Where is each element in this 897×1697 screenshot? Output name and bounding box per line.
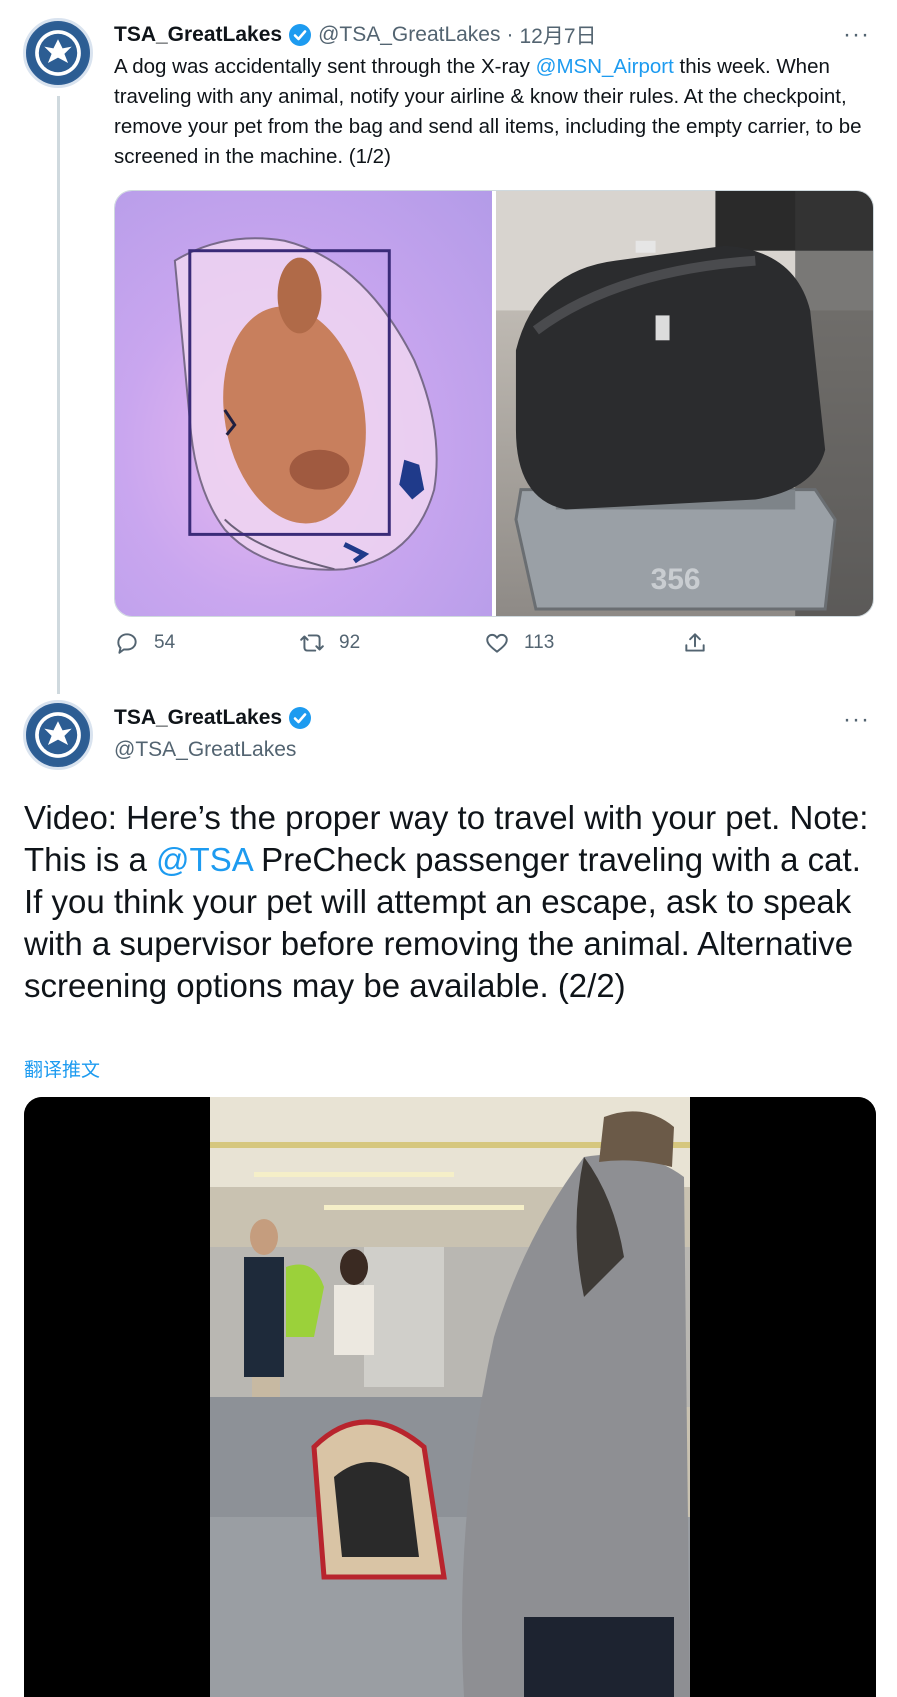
avatar[interactable] (23, 18, 93, 88)
backpack-photo[interactable]: 356 (496, 191, 873, 616)
separator: · (506, 23, 514, 46)
retweet-icon (299, 630, 325, 656)
tweet-text: Video: Here’s the proper way to travel w… (24, 797, 874, 1007)
tsa-seal-icon (27, 22, 89, 84)
verified-badge-icon (288, 23, 312, 47)
tsa-seal-icon (27, 704, 89, 766)
retweet-count: 92 (339, 632, 361, 653)
xray-image[interactable] (115, 191, 492, 616)
tweet-text-part: A dog was accidentally sent through the … (114, 55, 536, 78)
handle[interactable]: @TSA_GreatLakes (114, 738, 296, 762)
handle[interactable]: @TSA_GreatLakes (318, 23, 500, 47)
retweet-button[interactable]: 92 (299, 630, 360, 656)
video-frame (24, 1097, 876, 1697)
display-name[interactable]: TSA_GreatLakes (114, 706, 282, 730)
heart-icon (484, 630, 510, 656)
tray-number: 356 (651, 563, 701, 596)
reply-button[interactable]: 54 (114, 630, 175, 656)
reply-count: 54 (154, 632, 176, 653)
tweet-video[interactable] (24, 1097, 876, 1697)
timestamp[interactable]: 12月7日 (520, 20, 597, 50)
like-count: 113 (524, 632, 555, 653)
verified-badge-icon (288, 706, 312, 730)
more-options-button[interactable]: ··· (843, 23, 870, 47)
avatar[interactable] (23, 700, 93, 770)
tweet-actions: 54 92 113 (114, 630, 874, 670)
translate-tweet-link[interactable]: 翻译推文 (24, 1055, 100, 1082)
mention-link[interactable]: @TSA (156, 841, 252, 878)
share-button[interactable] (682, 630, 708, 656)
reply-icon (114, 630, 140, 656)
tweet-media-grid: 356 (114, 190, 874, 617)
more-options-button[interactable]: ··· (843, 708, 870, 732)
share-icon (682, 630, 708, 656)
like-button[interactable]: 113 (484, 630, 554, 656)
mention-link[interactable]: @MSN_Airport (536, 55, 674, 78)
tweet-header: TSA_GreatLakes (114, 706, 312, 730)
thread-connector-line (57, 96, 60, 694)
display-name[interactable]: TSA_GreatLakes (114, 23, 282, 47)
tweet-text: A dog was accidentally sent through the … (114, 52, 874, 172)
tweet-header: TSA_GreatLakes @TSA_GreatLakes · 12月7日 (114, 20, 597, 50)
